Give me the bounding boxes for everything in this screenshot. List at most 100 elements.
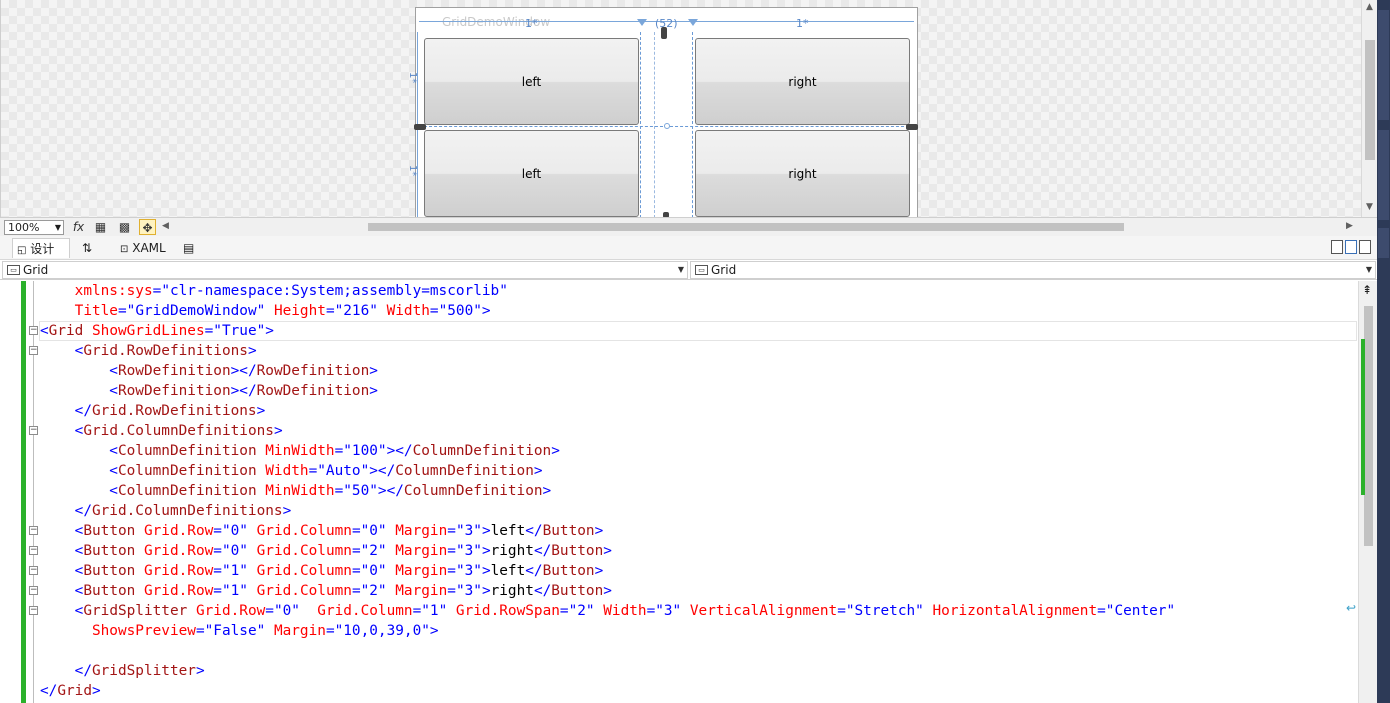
- code-token: ColumnDefinition: [395, 463, 534, 479]
- vertical-split-icon[interactable]: [1331, 240, 1343, 254]
- column-marker-icon[interactable]: [688, 19, 698, 26]
- code-token: ShowGridLines: [83, 323, 205, 339]
- scroll-thumb[interactable]: [368, 223, 1124, 231]
- code-token: =: [213, 583, 222, 599]
- design-surface[interactable]: GridDemoWindow 1* (52) 1* 1* 1* left rig…: [0, 0, 1377, 217]
- tab-xaml[interactable]: ⊡ XAML: [120, 238, 166, 258]
- column-label-3[interactable]: 1*: [796, 17, 809, 30]
- resize-handle-icon[interactable]: [661, 27, 667, 39]
- code-line[interactable]: <GridSplitter Grid.Row="0" Grid.Column="…: [40, 601, 1175, 621]
- element-dropdown-left[interactable]: ▭ Grid ▼: [2, 261, 688, 279]
- scroll-left-icon[interactable]: ◀: [162, 221, 169, 231]
- code-line[interactable]: <Button Grid.Row="1" Grid.Column="2" Mar…: [40, 581, 612, 601]
- code-line[interactable]: <Button Grid.Row="0" Grid.Column="0" Mar…: [40, 521, 604, 541]
- code-token: </: [40, 403, 92, 419]
- code-token: =: [351, 543, 361, 559]
- code-line[interactable]: <ColumnDefinition MinWidth="50"></Column…: [40, 481, 551, 501]
- collapse-icon[interactable]: −: [29, 606, 38, 615]
- collapse-icon[interactable]: −: [29, 586, 38, 595]
- xaml-only-icon[interactable]: ▤: [183, 238, 194, 258]
- collapse-icon[interactable]: −: [29, 426, 38, 435]
- editor-vertical-scrollbar[interactable]: ⇞: [1358, 281, 1377, 703]
- adorner-dot[interactable]: [664, 123, 670, 129]
- code-token: "True": [213, 323, 266, 339]
- code-token: =: [195, 623, 205, 639]
- horizontal-split-icon[interactable]: [1345, 240, 1357, 254]
- scroll-up-icon[interactable]: ▲: [1366, 2, 1373, 12]
- snap-grid-icon[interactable]: ▩: [116, 219, 133, 235]
- collapse-icon[interactable]: −: [29, 346, 38, 355]
- fx-icon[interactable]: fx: [70, 219, 87, 235]
- scroll-thumb[interactable]: [1365, 40, 1375, 160]
- code-token: Button: [83, 563, 136, 579]
- collapse-icon[interactable]: −: [29, 326, 38, 335]
- tab-design[interactable]: ◱ 设计: [12, 238, 70, 258]
- code-line[interactable]: <Button Grid.Row="1" Grid.Column="0" Mar…: [40, 561, 604, 581]
- code-token: >: [594, 523, 604, 539]
- code-token: =: [152, 283, 162, 299]
- collapse-icon[interactable]: −: [29, 526, 38, 535]
- code-line[interactable]: <ColumnDefinition Width="Auto"></ColumnD…: [40, 461, 542, 481]
- code-token: "1": [421, 603, 448, 619]
- button-left-row0[interactable]: left: [424, 38, 639, 125]
- grid-toggle-icon[interactable]: ▦: [92, 219, 109, 235]
- collapse-icon[interactable]: −: [29, 546, 38, 555]
- row-label-2[interactable]: 1*: [407, 165, 418, 176]
- code-line[interactable]: ShowsPreview="False" Margin="10,0,39,0">: [40, 621, 439, 641]
- code-token: >: [91, 683, 101, 699]
- button-left-row1[interactable]: left: [424, 130, 639, 217]
- code-token: =: [325, 303, 335, 319]
- row-label-1[interactable]: 1*: [407, 72, 418, 83]
- column-label-1[interactable]: 1*: [525, 17, 538, 30]
- code-line[interactable]: <Grid.ColumnDefinitions>: [40, 421, 283, 441]
- code-line[interactable]: </GridSplitter>: [40, 661, 205, 681]
- code-token: "500": [438, 303, 482, 319]
- code-token: =: [351, 523, 361, 539]
- code-line[interactable]: <ColumnDefinition MinWidth="100"></Colum…: [40, 441, 560, 461]
- code-token: <: [40, 383, 118, 399]
- resize-handle-icon[interactable]: [414, 124, 426, 130]
- code-line[interactable]: <RowDefinition></RowDefinition>: [40, 381, 378, 401]
- code-token: =: [213, 543, 222, 559]
- code-line[interactable]: <Grid ShowGridLines="True">: [40, 321, 274, 341]
- resize-handle-icon[interactable]: [906, 124, 918, 130]
- button-right-row1[interactable]: right: [695, 130, 910, 217]
- scroll-down-icon[interactable]: ▼: [1366, 202, 1373, 212]
- code-token: Button: [551, 583, 604, 599]
- code-line[interactable]: <Grid.RowDefinitions>: [40, 341, 257, 361]
- snap-lines-icon[interactable]: ✥: [139, 219, 156, 235]
- code-token: "3": [455, 583, 482, 599]
- zoom-dropdown[interactable]: 100% ▼: [4, 220, 64, 235]
- change-tracking-bar: [21, 281, 26, 703]
- element-dropdown-right[interactable]: ▭ Grid ▼: [690, 261, 1376, 279]
- dock-tab-properties[interactable]: [1378, 228, 1389, 258]
- code-line[interactable]: xmlns:sys="clr-namespace:System;assembly…: [40, 281, 508, 301]
- designer-vertical-scrollbar[interactable]: ▲ ▼: [1361, 0, 1377, 217]
- swap-panes-button[interactable]: ⇅: [82, 238, 92, 258]
- code-token: </: [40, 683, 58, 699]
- code-token: Grid: [57, 683, 92, 699]
- code-token: "Stretch": [845, 603, 924, 619]
- scroll-right-icon[interactable]: ▶: [1346, 221, 1353, 231]
- code-line[interactable]: <RowDefinition></RowDefinition>: [40, 361, 378, 381]
- code-token: Width: [377, 303, 430, 319]
- code-token: Grid.Row: [135, 583, 214, 599]
- button-right-row0[interactable]: right: [695, 38, 910, 125]
- scroll-thumb[interactable]: [1364, 306, 1373, 546]
- code-line[interactable]: <Button Grid.Row="0" Grid.Column="2" Mar…: [40, 541, 612, 561]
- code-token: >: [481, 563, 491, 579]
- element-icon: ▭: [7, 265, 20, 275]
- split-editor-icon[interactable]: ⇞: [1362, 283, 1372, 297]
- column-marker-icon[interactable]: [637, 19, 647, 26]
- dock-tab-team-explorer[interactable]: [1378, 130, 1389, 220]
- collapse-icon[interactable]: −: [29, 566, 38, 575]
- designer-horizontal-scrollbar[interactable]: ◀ ▶: [160, 221, 1360, 233]
- code-token: Grid.Column: [247, 523, 352, 539]
- xaml-code-editor[interactable]: − − − − − − − − xmlns:sys="clr-namespace…: [0, 281, 1377, 703]
- dock-tab-solution-explorer[interactable]: [1378, 10, 1389, 120]
- collapse-pane-icon[interactable]: [1359, 240, 1371, 254]
- code-line[interactable]: </Grid.ColumnDefinitions>: [40, 501, 292, 521]
- code-line[interactable]: </Grid>: [40, 681, 101, 701]
- code-line[interactable]: </Grid.RowDefinitions>: [40, 401, 266, 421]
- code-line[interactable]: Title="GridDemoWindow" Height="216" Widt…: [40, 301, 491, 321]
